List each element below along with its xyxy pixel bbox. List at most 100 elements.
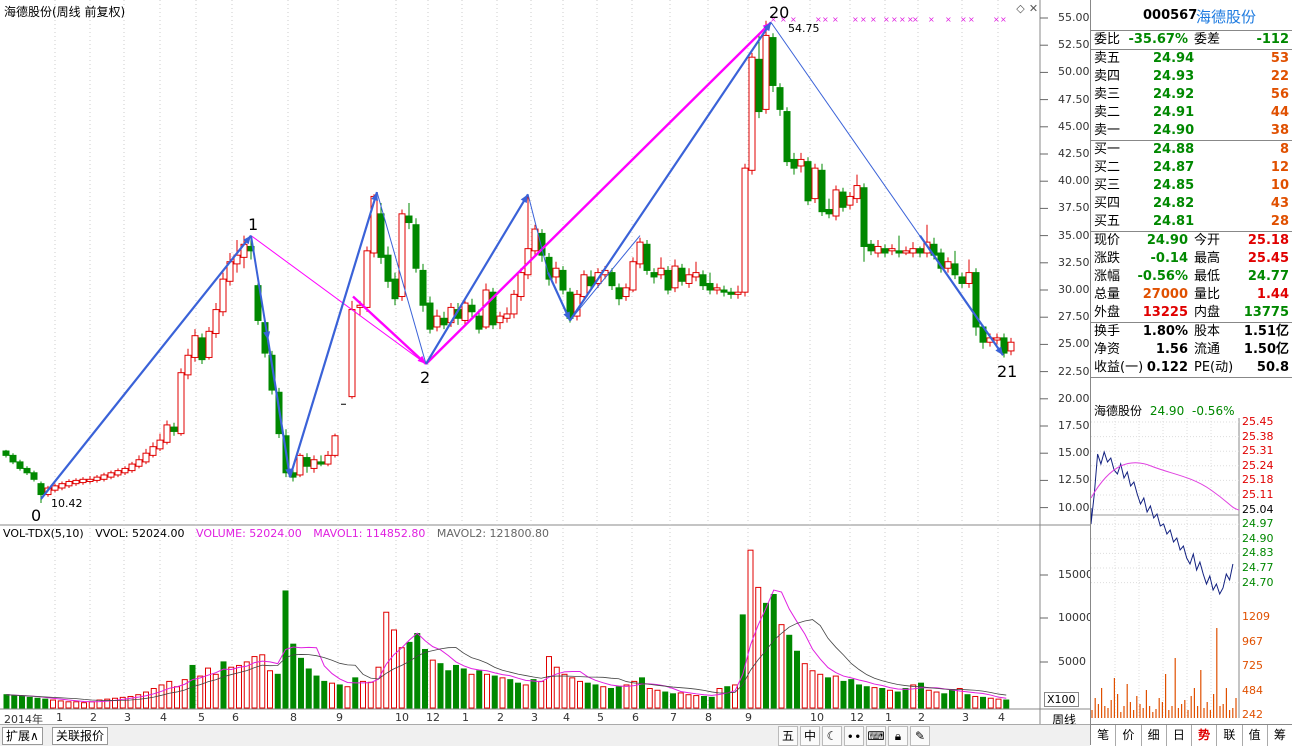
time-tick: 3 bbox=[531, 711, 538, 724]
stat2-value: 0.122 bbox=[1146, 360, 1188, 375]
buy-row: 买五 24.81 28 bbox=[1091, 213, 1292, 231]
stat-value: -0.14 bbox=[1150, 251, 1188, 266]
time-tick: 6 bbox=[232, 711, 239, 724]
right-tabs: 笔价细日势联值筹 bbox=[1091, 724, 1292, 746]
price-tick: 35.00 bbox=[1058, 228, 1090, 242]
stat2-value-2: 50.8 bbox=[1256, 360, 1289, 375]
stat-value: 27000 bbox=[1142, 287, 1188, 302]
buy-price: 24.87 bbox=[1153, 160, 1195, 175]
stat2-label-2: 股本 bbox=[1194, 324, 1221, 339]
keyboard-icon[interactable]: ⌨ bbox=[866, 726, 886, 746]
sell-volume: 56 bbox=[1270, 87, 1289, 102]
stat-label: 涨幅 bbox=[1094, 269, 1121, 284]
price-tick: 55.00 bbox=[1058, 11, 1090, 24]
stat-value-2: 24.77 bbox=[1247, 269, 1289, 284]
time-tick: 2 bbox=[918, 711, 925, 724]
diamond-icon[interactable]: ◇ bbox=[1015, 3, 1026, 14]
sell-price: 24.90 bbox=[1153, 123, 1195, 138]
price-tick: 10.00 bbox=[1058, 500, 1090, 514]
time-tick: 6 bbox=[632, 711, 639, 724]
price-tick: 42.50 bbox=[1058, 147, 1090, 160]
sell-label: 卖三 bbox=[1094, 87, 1121, 102]
right-tab[interactable]: 日 bbox=[1167, 725, 1192, 746]
right-tab[interactable]: 筹 bbox=[1268, 725, 1292, 746]
stat2-row: 换手 1.80% 股本 1.51亿 bbox=[1091, 323, 1292, 341]
intraday-price: 24.90 bbox=[1149, 404, 1185, 418]
stat-value-2: 25.45 bbox=[1247, 251, 1289, 266]
svg-text:×: × bbox=[912, 15, 919, 24]
intraday-price-tick: 24.90 bbox=[1242, 531, 1274, 545]
right-tab[interactable]: 细 bbox=[1142, 725, 1167, 746]
time-tick: 3 bbox=[124, 711, 131, 724]
svg-text:×: × bbox=[993, 15, 1000, 24]
five-icon[interactable]: 五 bbox=[778, 726, 798, 746]
zhong-icon[interactable]: 中 bbox=[800, 726, 820, 746]
dots-icon[interactable]: ∙∙ bbox=[844, 726, 864, 746]
wrench-icon[interactable]: ✎ bbox=[910, 726, 930, 746]
intraday-vol-tick: 242 bbox=[1242, 708, 1263, 721]
time-tick: 4 bbox=[160, 711, 167, 724]
quote-header: 000567 海德股份 bbox=[1091, 0, 1292, 31]
intraday-price-tick: 24.77 bbox=[1242, 561, 1274, 574]
close-icon[interactable]: ✕ bbox=[1028, 3, 1039, 14]
price-tick: 40.00 bbox=[1058, 174, 1090, 188]
sell-row: 卖三 24.92 56 bbox=[1091, 86, 1292, 104]
sell-price: 24.91 bbox=[1153, 105, 1195, 120]
vol-volume: VOLUME: 52024.00 bbox=[196, 527, 302, 540]
svg-text:×: × bbox=[1000, 15, 1007, 24]
moon-icon[interactable]: ☾ bbox=[822, 726, 842, 746]
volume-legend: VOL-TDX(5,10) VVOL: 52024.00 VOLUME: 520… bbox=[3, 527, 557, 540]
buy-volume: 43 bbox=[1270, 196, 1289, 211]
svg-text:×: × bbox=[928, 15, 935, 24]
svg-text:×: × bbox=[883, 15, 890, 24]
price-tick: 52.50 bbox=[1058, 38, 1090, 52]
related-quote-tab[interactable]: 关联报价 bbox=[52, 727, 109, 745]
sell-row: 卖二 24.91 44 bbox=[1091, 104, 1292, 122]
weicha-value: -112 bbox=[1256, 32, 1289, 47]
weibi-value: -35.67% bbox=[1128, 32, 1188, 47]
sell-row: 卖四 24.93 22 bbox=[1091, 68, 1292, 86]
stat2-row: 净资 1.56 流通 1.50亿 bbox=[1091, 341, 1292, 359]
price-tick: 37.50 bbox=[1058, 201, 1090, 215]
sell-label: 卖五 bbox=[1094, 51, 1121, 66]
intraday-vol-tick: 725 bbox=[1242, 659, 1263, 672]
stat-value-2: 1.44 bbox=[1256, 287, 1289, 302]
lock-icon[interactable]: 🔒︎ bbox=[888, 726, 908, 746]
stat2-row: 收益(一) 0.122 PE(动) 50.8 bbox=[1091, 359, 1292, 377]
time-tick: 12 bbox=[426, 711, 440, 724]
svg-text:×: × bbox=[822, 15, 829, 24]
tool-icons: 五 中 ☾ ∙∙ ⌨ 🔒︎ ✎ bbox=[778, 726, 930, 746]
time-tick: 7 bbox=[670, 711, 677, 724]
right-tab[interactable]: 值 bbox=[1243, 725, 1268, 746]
buy-volume: 8 bbox=[1279, 142, 1289, 157]
intraday-vol-tick: 967 bbox=[1242, 634, 1263, 648]
wave-label-20: 20 bbox=[769, 3, 790, 22]
stock-code: 000567 bbox=[1143, 8, 1198, 23]
sell-row: 卖五 24.94 53 bbox=[1091, 50, 1292, 68]
expand-tab[interactable]: 扩展∧ bbox=[2, 727, 43, 745]
kline-chart[interactable]: × × × × × × × × × × × × ×× × × × × × × bbox=[0, 0, 1090, 724]
intraday-price-tick: 25.45 bbox=[1242, 415, 1274, 428]
weibi-row: 委比 -35.67% 委差 -112 bbox=[1091, 31, 1292, 50]
buy-row: 买一 24.88 8 bbox=[1091, 141, 1292, 159]
time-tick: 1 bbox=[885, 711, 892, 724]
vol-vvol: VVOL: 52024.00 bbox=[95, 527, 185, 540]
price-tick: 17.50 bbox=[1058, 419, 1090, 432]
intraday-price-tick: 25.38 bbox=[1242, 429, 1274, 443]
right-tab[interactable]: 笔 bbox=[1091, 725, 1117, 746]
stat-label-2: 内盘 bbox=[1194, 305, 1221, 320]
price-tick: 50.00 bbox=[1058, 65, 1090, 79]
buy-price: 24.88 bbox=[1153, 142, 1195, 157]
right-tab[interactable]: 联 bbox=[1217, 725, 1243, 746]
intraday-price-tick: 25.18 bbox=[1242, 473, 1274, 487]
time-tick: 4 bbox=[998, 711, 1005, 724]
sell-row: 卖一 24.90 38 bbox=[1091, 122, 1292, 140]
intraday-price-tick: 24.83 bbox=[1242, 546, 1274, 560]
right-tab[interactable]: 势 bbox=[1192, 725, 1218, 746]
stat-row: 总量 27000 量比 1.44 bbox=[1091, 286, 1292, 304]
right-tab[interactable]: 价 bbox=[1116, 725, 1142, 746]
volume-tick: 15000 bbox=[1058, 568, 1093, 581]
time-tick: 5 bbox=[597, 711, 604, 724]
stat2-label: 净资 bbox=[1094, 342, 1121, 357]
intraday-price-tick: 25.24 bbox=[1242, 458, 1274, 472]
